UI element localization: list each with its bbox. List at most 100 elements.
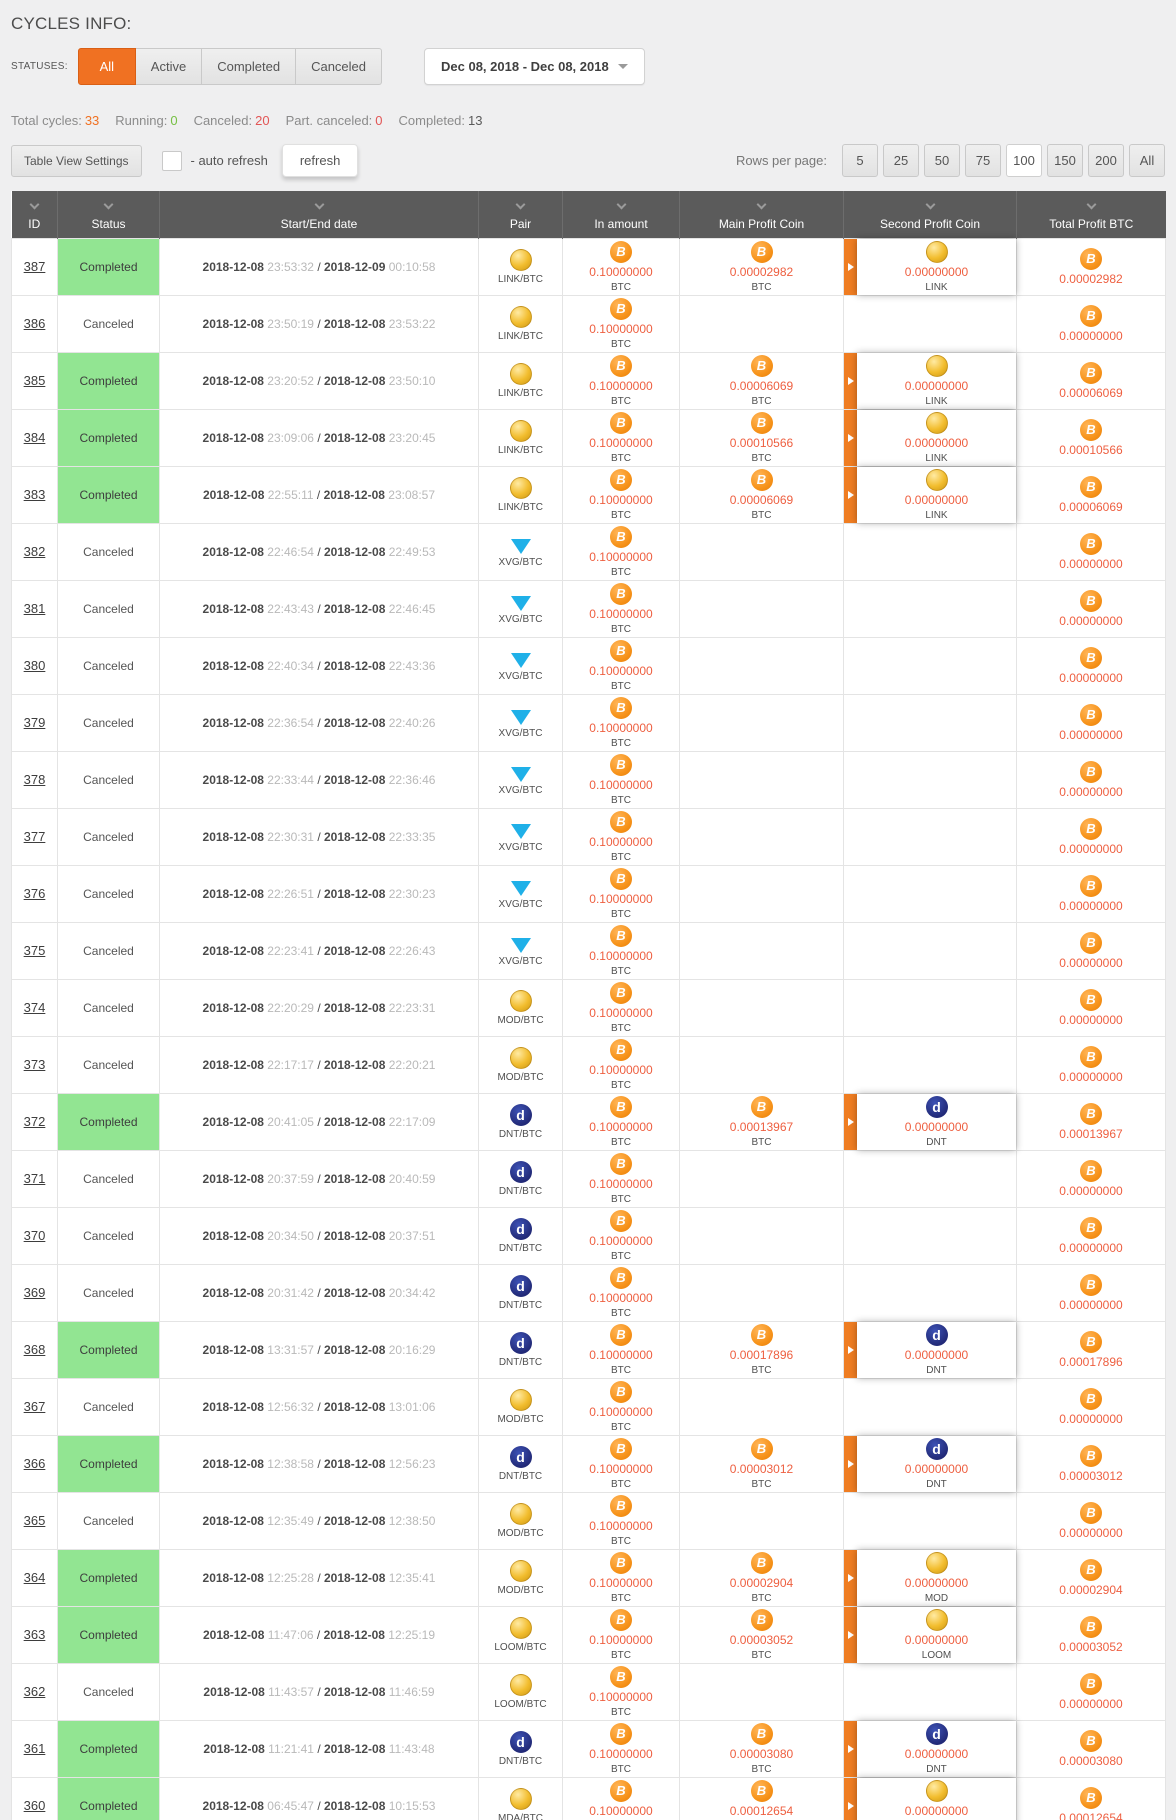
in-amount-cell: B0.10000000BTC xyxy=(563,580,680,637)
cycle-id-link[interactable]: 374 xyxy=(24,1000,46,1015)
status-badge: Completed xyxy=(58,1436,159,1492)
cycle-id-link[interactable]: 380 xyxy=(24,658,46,673)
cycle-id-link[interactable]: 382 xyxy=(24,544,46,559)
cycle-id-link[interactable]: 365 xyxy=(24,1513,46,1528)
table-row: 377 Canceled 2018-12-08 22:30:31 / 2018-… xyxy=(12,808,1166,865)
start-end-date: 2018-12-08 11:47:06 / 2018-12-08 12:25:1… xyxy=(162,1628,476,1642)
rows-option-50[interactable]: 50 xyxy=(924,144,960,177)
start-end-date: 2018-12-08 06:45:47 / 2018-12-08 10:15:5… xyxy=(162,1799,476,1813)
main-profit-cell xyxy=(680,922,844,979)
btc-coin-icon: B xyxy=(751,1324,773,1346)
cycle-id-link[interactable]: 383 xyxy=(24,487,46,502)
refresh-button[interactable]: refresh xyxy=(282,144,358,177)
cycle-id-link[interactable]: 378 xyxy=(24,772,46,787)
cycle-id-link[interactable]: 361 xyxy=(24,1741,46,1756)
cycle-id-link[interactable]: 379 xyxy=(24,715,46,730)
table-row: 381 Canceled 2018-12-08 22:43:43 / 2018-… xyxy=(12,580,1166,637)
status-badge: Canceled xyxy=(58,1151,159,1207)
status-filter-canceled[interactable]: Canceled xyxy=(296,48,382,85)
pair-label: MOD/BTC xyxy=(481,1585,560,1596)
table-row: 368 Completed 2018-12-08 13:31:57 / 2018… xyxy=(12,1321,1166,1378)
cycle-id-link[interactable]: 387 xyxy=(24,259,46,274)
rows-option-75[interactable]: 75 xyxy=(965,144,1001,177)
rows-option-all[interactable]: All xyxy=(1129,144,1165,177)
column-header-status[interactable]: Status xyxy=(58,191,160,238)
btc-coin-icon: B xyxy=(1080,1616,1102,1638)
main-profit-cell xyxy=(680,1150,844,1207)
cycle-id-link[interactable]: 367 xyxy=(24,1399,46,1414)
pair-label: LINK/BTC xyxy=(481,502,560,513)
table-view-settings-button[interactable]: Table View Settings xyxy=(11,145,142,177)
second-profit-value: 0.00000000 xyxy=(905,1804,968,1818)
cycle-id-link[interactable]: 384 xyxy=(24,430,46,445)
rows-per-page-label: Rows per page: xyxy=(736,153,827,168)
cycle-id-link[interactable]: 363 xyxy=(24,1627,46,1642)
cycle-id-link[interactable]: 371 xyxy=(24,1171,46,1186)
dnt-coin-icon: d xyxy=(926,1723,948,1745)
pair-cell: LINK/BTC xyxy=(479,238,563,295)
cycle-id-link[interactable]: 370 xyxy=(24,1228,46,1243)
cycle-id-link[interactable]: 375 xyxy=(24,943,46,958)
column-header-total-profit-btc[interactable]: Total Profit BTC xyxy=(1017,191,1166,238)
column-header-main-profit-coin[interactable]: Main Profit Coin xyxy=(680,191,844,238)
start-end-date: 2018-12-08 12:56:32 / 2018-12-08 13:01:0… xyxy=(162,1400,476,1414)
pair-cell: dDNT/BTC xyxy=(479,1093,563,1150)
second-profit-value: 0.00000000 xyxy=(905,1348,968,1362)
column-header-in-amount[interactable]: In amount xyxy=(563,191,680,238)
cycle-id-link[interactable]: 362 xyxy=(24,1684,46,1699)
pair-label: DNT/BTC xyxy=(481,1357,560,1368)
total-profit-cell: B0.00000000 xyxy=(1017,580,1166,637)
sort-chevron-icon xyxy=(104,199,114,209)
cycle-id-link[interactable]: 364 xyxy=(24,1570,46,1585)
summary-label: Running: xyxy=(115,113,167,128)
btc-coin-icon: B xyxy=(751,1438,773,1460)
status-filter-completed[interactable]: Completed xyxy=(202,48,296,85)
pair-label: LINK/BTC xyxy=(481,331,560,342)
in-amount-cell: B0.10000000BTC xyxy=(563,694,680,751)
btc-coin-icon: B xyxy=(610,1552,632,1574)
cycle-id-link[interactable]: 376 xyxy=(24,886,46,901)
btc-coin-icon: B xyxy=(1080,305,1102,327)
pair-label: LOOM/BTC xyxy=(481,1699,560,1710)
rows-option-100[interactable]: 100 xyxy=(1006,144,1042,177)
cycle-id-link[interactable]: 381 xyxy=(24,601,46,616)
cycle-id-link[interactable]: 360 xyxy=(24,1798,46,1813)
cycle-id-link[interactable]: 369 xyxy=(24,1285,46,1300)
start-end-date: 2018-12-08 20:37:59 / 2018-12-08 20:40:5… xyxy=(162,1172,476,1186)
cycle-id-link[interactable]: 372 xyxy=(24,1114,46,1129)
status-filter-group: AllActiveCompletedCanceled xyxy=(78,48,382,85)
column-label: Start/End date xyxy=(160,217,478,231)
cycle-id-link[interactable]: 373 xyxy=(24,1057,46,1072)
auto-refresh-checkbox[interactable] xyxy=(162,151,182,171)
rows-option-5[interactable]: 5 xyxy=(842,144,878,177)
btc-coin-icon: B xyxy=(610,1780,632,1802)
rows-option-150[interactable]: 150 xyxy=(1047,144,1083,177)
profit-marker xyxy=(844,239,857,295)
link-coin-icon xyxy=(926,355,948,377)
pair-coin-icon xyxy=(510,306,532,328)
cycle-id-link[interactable]: 366 xyxy=(24,1456,46,1471)
table-row: 387 Completed 2018-12-08 23:53:32 / 2018… xyxy=(12,238,1166,295)
column-header-id[interactable]: ID xyxy=(12,191,58,238)
cycle-id-link[interactable]: 385 xyxy=(24,373,46,388)
pair-coin-icon xyxy=(510,249,532,271)
column-label: Main Profit Coin xyxy=(680,217,843,231)
pair-coin-icon xyxy=(510,1788,532,1810)
in-amount-cell: B0.10000000BTC xyxy=(563,352,680,409)
date-range-picker[interactable]: Dec 08, 2018 - Dec 08, 2018 xyxy=(424,48,645,85)
column-header-start-end-date[interactable]: Start/End date xyxy=(160,191,479,238)
status-badge: Completed xyxy=(58,353,159,409)
btc-coin-icon: B xyxy=(610,1666,632,1688)
rows-option-200[interactable]: 200 xyxy=(1088,144,1124,177)
total-profit-cell: B0.00000000 xyxy=(1017,1492,1166,1549)
column-header-second-profit-coin[interactable]: Second Profit Coin xyxy=(844,191,1017,238)
status-filter-active[interactable]: Active xyxy=(136,48,202,85)
cycle-id-link[interactable]: 377 xyxy=(24,829,46,844)
rows-option-25[interactable]: 25 xyxy=(883,144,919,177)
second-profit-card: 0.00000000LINK xyxy=(844,467,1016,523)
status-filter-all[interactable]: All xyxy=(78,48,136,85)
cycle-id-link[interactable]: 368 xyxy=(24,1342,46,1357)
cycle-id-link[interactable]: 386 xyxy=(24,316,46,331)
column-header-pair[interactable]: Pair xyxy=(479,191,563,238)
second-profit-currency: DNT xyxy=(926,1137,947,1148)
